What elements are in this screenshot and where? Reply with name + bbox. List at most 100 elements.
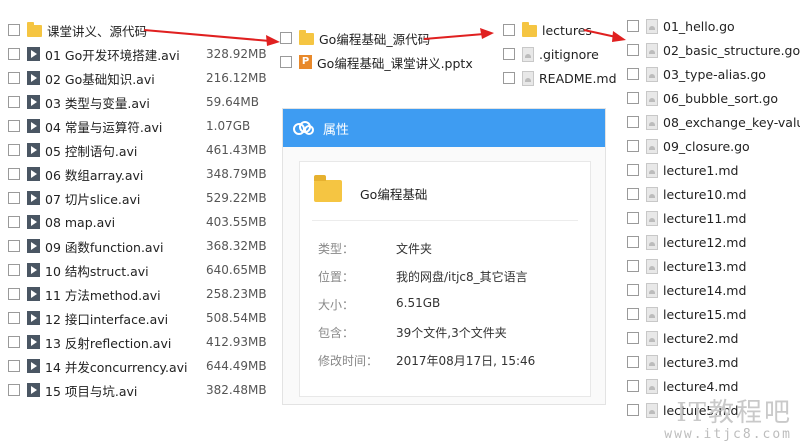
checkbox[interactable] <box>8 96 20 108</box>
checkbox[interactable] <box>8 312 20 324</box>
checkbox[interactable] <box>8 144 20 156</box>
list-item-file[interactable]: lecture1.md <box>627 158 800 182</box>
checkbox[interactable] <box>627 332 639 344</box>
checkbox[interactable] <box>627 308 639 320</box>
checkbox[interactable] <box>627 188 639 200</box>
list-item-video[interactable]: 11 方法method.avi 258.23MB <box>8 282 276 306</box>
checkbox[interactable] <box>627 92 639 104</box>
list-item-video[interactable]: 06 数组array.avi 348.79MB <box>8 162 276 186</box>
list-item-video[interactable]: 13 反射reflection.avi 412.93MB <box>8 330 276 354</box>
checkbox[interactable] <box>8 336 20 348</box>
file-name[interactable]: 10 结构struct.avi <box>45 261 149 280</box>
file-name[interactable]: Go编程基础_课堂讲义.pptx <box>317 53 473 72</box>
file-name[interactable]: 02_basic_structure.go <box>663 43 800 58</box>
checkbox[interactable] <box>8 168 20 180</box>
file-name[interactable]: lecture4.md <box>663 379 738 394</box>
checkbox[interactable] <box>627 380 639 392</box>
file-name[interactable]: lecture15.md <box>663 307 746 322</box>
file-name[interactable]: README.md <box>539 71 617 86</box>
list-item-file[interactable]: lecture12.md <box>627 230 800 254</box>
file-name[interactable]: lecture13.md <box>663 259 746 274</box>
checkbox[interactable] <box>8 360 20 372</box>
file-name[interactable]: lecture2.md <box>663 331 738 346</box>
list-item-video[interactable]: 05 控制语句.avi 461.43MB <box>8 138 276 162</box>
checkbox[interactable] <box>627 140 639 152</box>
checkbox[interactable] <box>627 164 639 176</box>
list-item-file[interactable]: lecture10.md <box>627 182 800 206</box>
checkbox[interactable] <box>627 404 639 416</box>
list-item-video[interactable]: 04 常量与运算符.avi 1.07GB <box>8 114 276 138</box>
checkbox[interactable] <box>8 264 20 276</box>
list-item-video[interactable]: 09 函数function.avi 368.32MB <box>8 234 276 258</box>
list-item-file[interactable]: 02_basic_structure.go <box>627 38 800 62</box>
list-item-file[interactable]: lecture14.md <box>627 278 800 302</box>
file-name[interactable]: 06_bubble_sort.go <box>663 91 778 106</box>
list-item-file[interactable]: 06_bubble_sort.go <box>627 86 800 110</box>
checkbox[interactable] <box>8 240 20 252</box>
checkbox[interactable] <box>627 212 639 224</box>
checkbox[interactable] <box>627 68 639 80</box>
file-name[interactable]: 15 项目与坑.avi <box>45 381 137 400</box>
file-name[interactable]: 09_closure.go <box>663 139 750 154</box>
file-name[interactable]: lecture10.md <box>663 187 746 202</box>
checkbox[interactable] <box>8 216 20 228</box>
list-item-file[interactable]: lecture3.md <box>627 350 800 374</box>
list-item-file[interactable]: lecture15.md <box>627 302 800 326</box>
checkbox[interactable] <box>627 356 639 368</box>
list-item-file[interactable]: 09_closure.go <box>627 134 800 158</box>
list-item-video[interactable]: 02 Go基础知识.avi 216.12MB <box>8 66 276 90</box>
checkbox[interactable] <box>280 56 292 68</box>
checkbox[interactable] <box>8 72 20 84</box>
file-name[interactable]: 06 数组array.avi <box>45 165 143 184</box>
file-name[interactable]: 05 控制语句.avi <box>45 141 137 160</box>
file-name[interactable]: 04 常量与运算符.avi <box>45 117 162 136</box>
file-name[interactable]: 07 切片slice.avi <box>45 189 140 208</box>
list-item-file[interactable]: lecture13.md <box>627 254 800 278</box>
checkbox[interactable] <box>627 236 639 248</box>
list-item-file[interactable]: lecture4.md <box>627 374 800 398</box>
checkbox[interactable] <box>503 72 515 84</box>
file-name[interactable]: Go编程基础_源代码 <box>319 29 430 48</box>
checkbox[interactable] <box>8 288 20 300</box>
list-item-video[interactable]: 12 接口interface.avi 508.54MB <box>8 306 276 330</box>
file-name[interactable]: 03 类型与变量.avi <box>45 93 150 112</box>
checkbox[interactable] <box>503 48 515 60</box>
file-name[interactable]: lecture12.md <box>663 235 746 250</box>
file-name[interactable]: 14 并发concurrency.avi <box>45 357 188 376</box>
list-item-video[interactable]: 14 并发concurrency.avi 644.49MB <box>8 354 276 378</box>
list-item-file[interactable]: 01_hello.go <box>627 14 800 38</box>
checkbox[interactable] <box>8 384 20 396</box>
checkbox[interactable] <box>627 44 639 56</box>
checkbox[interactable] <box>503 24 515 36</box>
list-item-video[interactable]: 10 结构struct.avi 640.65MB <box>8 258 276 282</box>
file-name[interactable]: 课堂讲义、源代码 <box>47 21 147 40</box>
checkbox[interactable] <box>8 24 20 36</box>
file-name[interactable]: .gitignore <box>539 47 599 62</box>
file-name[interactable]: 01_hello.go <box>663 19 735 34</box>
file-name[interactable]: 09 函数function.avi <box>45 237 163 256</box>
file-name[interactable]: 08 map.avi <box>45 215 115 230</box>
list-item-video[interactable]: 08 map.avi 403.55MB <box>8 210 276 234</box>
list-item-video[interactable]: 15 项目与坑.avi 382.48MB <box>8 378 276 402</box>
file-name[interactable]: 03_type-alias.go <box>663 67 766 82</box>
list-item-file[interactable]: README.md <box>503 66 623 90</box>
checkbox[interactable] <box>8 192 20 204</box>
checkbox[interactable] <box>627 20 639 32</box>
file-name[interactable]: lecture3.md <box>663 355 738 370</box>
file-name[interactable]: 02 Go基础知识.avi <box>45 69 155 88</box>
list-item-file[interactable]: P Go编程基础_课堂讲义.pptx <box>280 50 500 74</box>
checkbox[interactable] <box>627 260 639 272</box>
file-name[interactable]: 12 接口interface.avi <box>45 309 168 328</box>
file-name[interactable]: 11 方法method.avi <box>45 285 161 304</box>
file-name[interactable]: lecture14.md <box>663 283 746 298</box>
file-name[interactable]: lecture1.md <box>663 163 738 178</box>
list-item-file[interactable]: lecture11.md <box>627 206 800 230</box>
checkbox[interactable] <box>627 116 639 128</box>
file-name[interactable]: 08_exchange_key-value. <box>663 115 800 130</box>
checkbox[interactable] <box>627 284 639 296</box>
checkbox[interactable] <box>8 120 20 132</box>
list-item-file[interactable]: lecture2.md <box>627 326 800 350</box>
list-item-video[interactable]: 07 切片slice.avi 529.22MB <box>8 186 276 210</box>
file-name[interactable]: 13 反射reflection.avi <box>45 333 171 352</box>
list-item-file[interactable]: 08_exchange_key-value. <box>627 110 800 134</box>
